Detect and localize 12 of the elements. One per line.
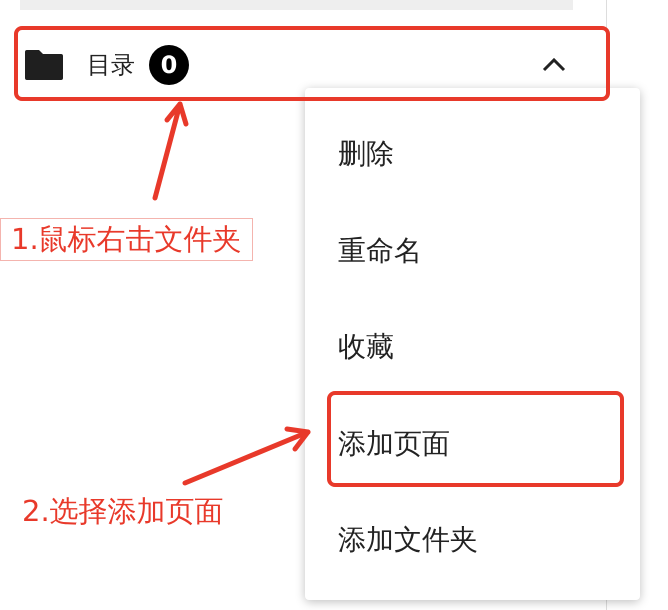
menu-item[interactable]: 添加文件夹 bbox=[305, 492, 640, 588]
annotation-label: 1.鼠标右击文件夹 bbox=[0, 218, 253, 261]
folder-row[interactable]: 目录 0 bbox=[0, 34, 606, 96]
menu-item[interactable]: 重命名 bbox=[305, 202, 640, 299]
folder-name: 目录 bbox=[87, 50, 135, 81]
menu-item[interactable]: 添加页面 bbox=[305, 396, 640, 492]
folder-icon bbox=[25, 50, 63, 80]
chevron-up-icon[interactable] bbox=[542, 58, 566, 72]
count-badge: 0 bbox=[149, 45, 189, 85]
menu-item[interactable]: 收藏 bbox=[305, 299, 640, 396]
annotation-label: 2.选择添加页面 bbox=[22, 497, 224, 526]
menu-item[interactable]: 删除 bbox=[305, 106, 640, 202]
